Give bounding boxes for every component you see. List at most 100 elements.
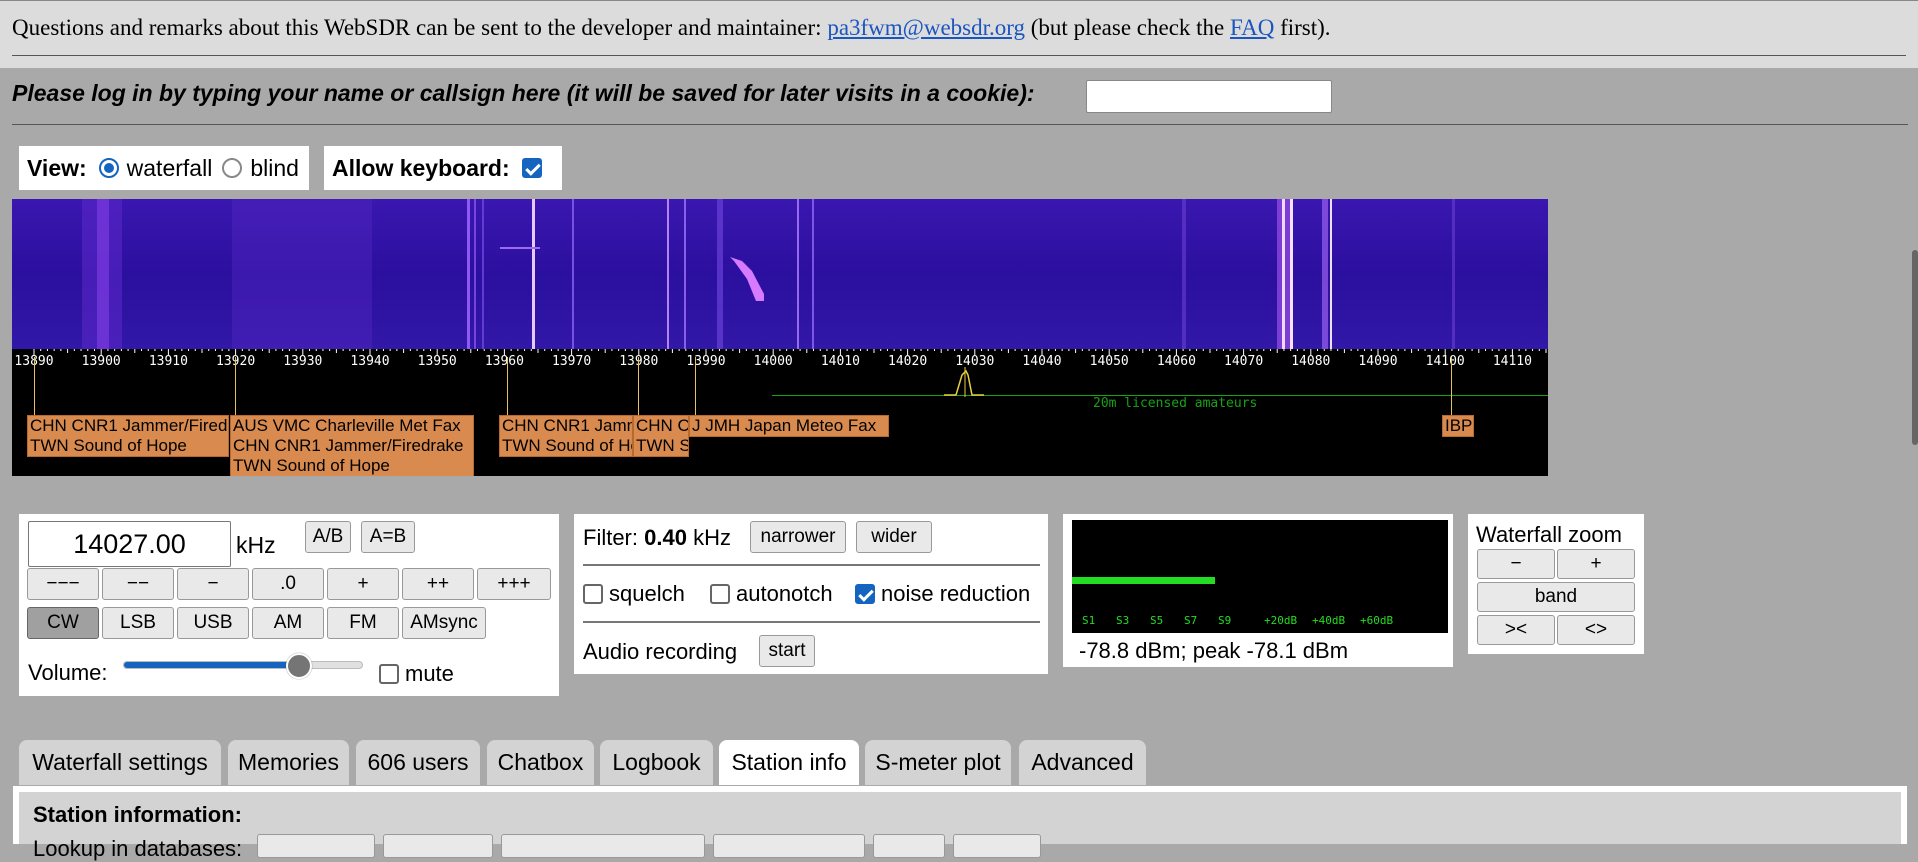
mode-usb-button[interactable]: USB: [177, 607, 249, 639]
lookup-button[interactable]: [713, 834, 865, 858]
station-label[interactable]: CHN CNR1 Jammer/Firedrake TWN Sound of H…: [27, 415, 229, 457]
tick-label: 14080: [1291, 354, 1331, 369]
marker-line: [34, 357, 35, 417]
mode-amsync-button[interactable]: AMsync: [402, 607, 486, 639]
station-label[interactable]: AUS VMC Charleville Met Fax CHN CNR1 Jam…: [230, 415, 474, 476]
station-label[interactable]: CHN CNR1 Jammer/Firedrake TWN Sound of H…: [499, 415, 633, 457]
lookup-label: Lookup in databases:: [33, 836, 243, 861]
filter-panel: Filter: 0.40 kHz narrower wider squelch …: [574, 514, 1048, 674]
step-down-large-button[interactable]: −−−: [27, 568, 99, 600]
volume-thumb[interactable]: [286, 653, 313, 679]
station-name: TWN Sound of Hope: [30, 436, 187, 455]
zoom-center-out-button[interactable]: <>: [1557, 615, 1635, 645]
zoom-in-button[interactable]: +: [1557, 549, 1635, 579]
step-down-medium-button[interactable]: −−: [102, 568, 174, 600]
s-meter-scale: +20dB: [1264, 614, 1298, 627]
autonotch-checkbox[interactable]: [710, 584, 730, 604]
message-prefix: Questions and remarks about this WebSDR …: [12, 15, 828, 40]
tick-label: 14040: [1022, 354, 1062, 369]
lookup-button[interactable]: [257, 834, 375, 858]
mode-cw-button[interactable]: CW: [27, 607, 99, 639]
s-meter-scale: +40dB: [1312, 614, 1346, 627]
lookup-button[interactable]: [953, 834, 1041, 858]
volume-slider[interactable]: [123, 653, 363, 679]
step-up-medium-button[interactable]: ++: [402, 568, 474, 600]
waterfall-zoom-panel: Waterfall zoom − + band >< <>: [1468, 514, 1644, 654]
tick-label: 13960: [484, 354, 524, 369]
autonotch-label: autonotch: [736, 581, 833, 606]
lookup-button[interactable]: [383, 834, 493, 858]
station-label[interactable]: CHN CNR1 Jammer/Firedrake TWN Sound of H…: [633, 415, 689, 457]
tab-memories[interactable]: Memories: [228, 740, 349, 785]
tab-s-meter-plot[interactable]: S-meter plot: [865, 740, 1011, 785]
s-meter-scale: S1: [1082, 614, 1096, 627]
lookup-button[interactable]: [873, 834, 945, 858]
tab-waterfall-settings[interactable]: Waterfall settings: [19, 740, 221, 785]
mode-lsb-button[interactable]: LSB: [102, 607, 174, 639]
round-button[interactable]: .0: [252, 568, 324, 600]
step-up-small-button[interactable]: +: [327, 568, 399, 600]
zoom-band-button[interactable]: band: [1477, 582, 1635, 612]
a-equals-b-button[interactable]: A=B: [361, 521, 415, 553]
keyboard-toggle: Allow keyboard:: [324, 146, 562, 190]
login-prompt: Please log in by typing your name or cal…: [12, 80, 1035, 106]
tick-label: 13940: [350, 354, 390, 369]
zoom-out-button[interactable]: −: [1477, 549, 1555, 579]
narrower-button[interactable]: narrower: [750, 521, 846, 553]
tick-label: 14020: [888, 354, 928, 369]
zoom-center-in-button[interactable]: ><: [1477, 615, 1555, 645]
s-meter-scale: S7: [1184, 614, 1198, 627]
audio-recording-label: Audio recording: [583, 639, 738, 664]
email-link[interactable]: pa3fwm@websdr.org: [827, 15, 1025, 40]
station-info-heading: Station information:: [33, 802, 242, 827]
view-label: View:: [27, 154, 87, 181]
message-middle: (but please check the: [1025, 15, 1231, 40]
station-name: CHN CNR1 Jammer/Firedrake: [502, 416, 632, 435]
divider: [583, 621, 1040, 623]
waterfall-display[interactable]: 1389013900139101392013930139401395013960…: [12, 199, 1548, 476]
frequency-scale[interactable]: 1389013900139101392013930139401395013960…: [12, 349, 1548, 476]
squelch-toggle: squelch: [583, 581, 685, 607]
autonotch-toggle: autonotch: [710, 581, 833, 607]
s-meter-scale: S5: [1150, 614, 1164, 627]
tab-advanced[interactable]: Advanced: [1019, 740, 1146, 785]
ab-button[interactable]: A/B: [305, 521, 351, 553]
station-info-content: Station information: Lookup in databases…: [19, 792, 1901, 861]
mode-fm-button[interactable]: FM: [327, 607, 399, 639]
marker-line: [638, 357, 639, 417]
station-label[interactable]: J JMH Japan Meteo Fax: [689, 415, 889, 437]
faq-link[interactable]: FAQ: [1230, 15, 1274, 40]
waterfall-image[interactable]: [12, 199, 1548, 349]
noise-reduction-checkbox[interactable]: [855, 584, 875, 604]
s-meter-scale: S9: [1218, 614, 1232, 627]
tab-logbook[interactable]: Logbook: [600, 740, 713, 785]
tab-users[interactable]: 606 users: [356, 740, 480, 785]
marker-line: [235, 357, 236, 417]
mode-am-button[interactable]: AM: [252, 607, 324, 639]
tab-chatbox[interactable]: Chatbox: [487, 740, 594, 785]
frequency-unit: kHz: [236, 532, 276, 558]
squelch-label: squelch: [609, 581, 685, 606]
s-meter-panel: S1 S3 S5 S7 S9 +20dB +40dB +60dB -78.8 d…: [1063, 514, 1453, 667]
marker-line: [1451, 357, 1452, 417]
page-scrollbar[interactable]: [1912, 250, 1918, 445]
recording-start-button[interactable]: start: [759, 635, 815, 667]
step-down-small-button[interactable]: −: [177, 568, 249, 600]
frequency-input[interactable]: 14027.00: [28, 521, 231, 567]
step-up-large-button[interactable]: +++: [477, 568, 551, 600]
mute-checkbox[interactable]: [379, 664, 399, 684]
tab-station-info[interactable]: Station info: [719, 740, 859, 785]
callsign-input[interactable]: [1086, 80, 1332, 113]
marker-line: [507, 357, 508, 417]
filter-text: Filter: 0.40 kHz: [583, 525, 731, 551]
station-label[interactable]: IBP: [1442, 415, 1474, 437]
tick-label: 13900: [81, 354, 121, 369]
tick-label: 13930: [283, 354, 323, 369]
keyboard-checkbox[interactable]: [521, 158, 542, 178]
blind-radio[interactable]: [222, 158, 243, 178]
lookup-button[interactable]: [501, 834, 705, 858]
station-name: CHN CNR1 Jammer/Firedrake: [233, 436, 464, 455]
squelch-checkbox[interactable]: [583, 584, 603, 604]
waterfall-radio[interactable]: [98, 158, 119, 178]
wider-button[interactable]: wider: [856, 521, 932, 553]
